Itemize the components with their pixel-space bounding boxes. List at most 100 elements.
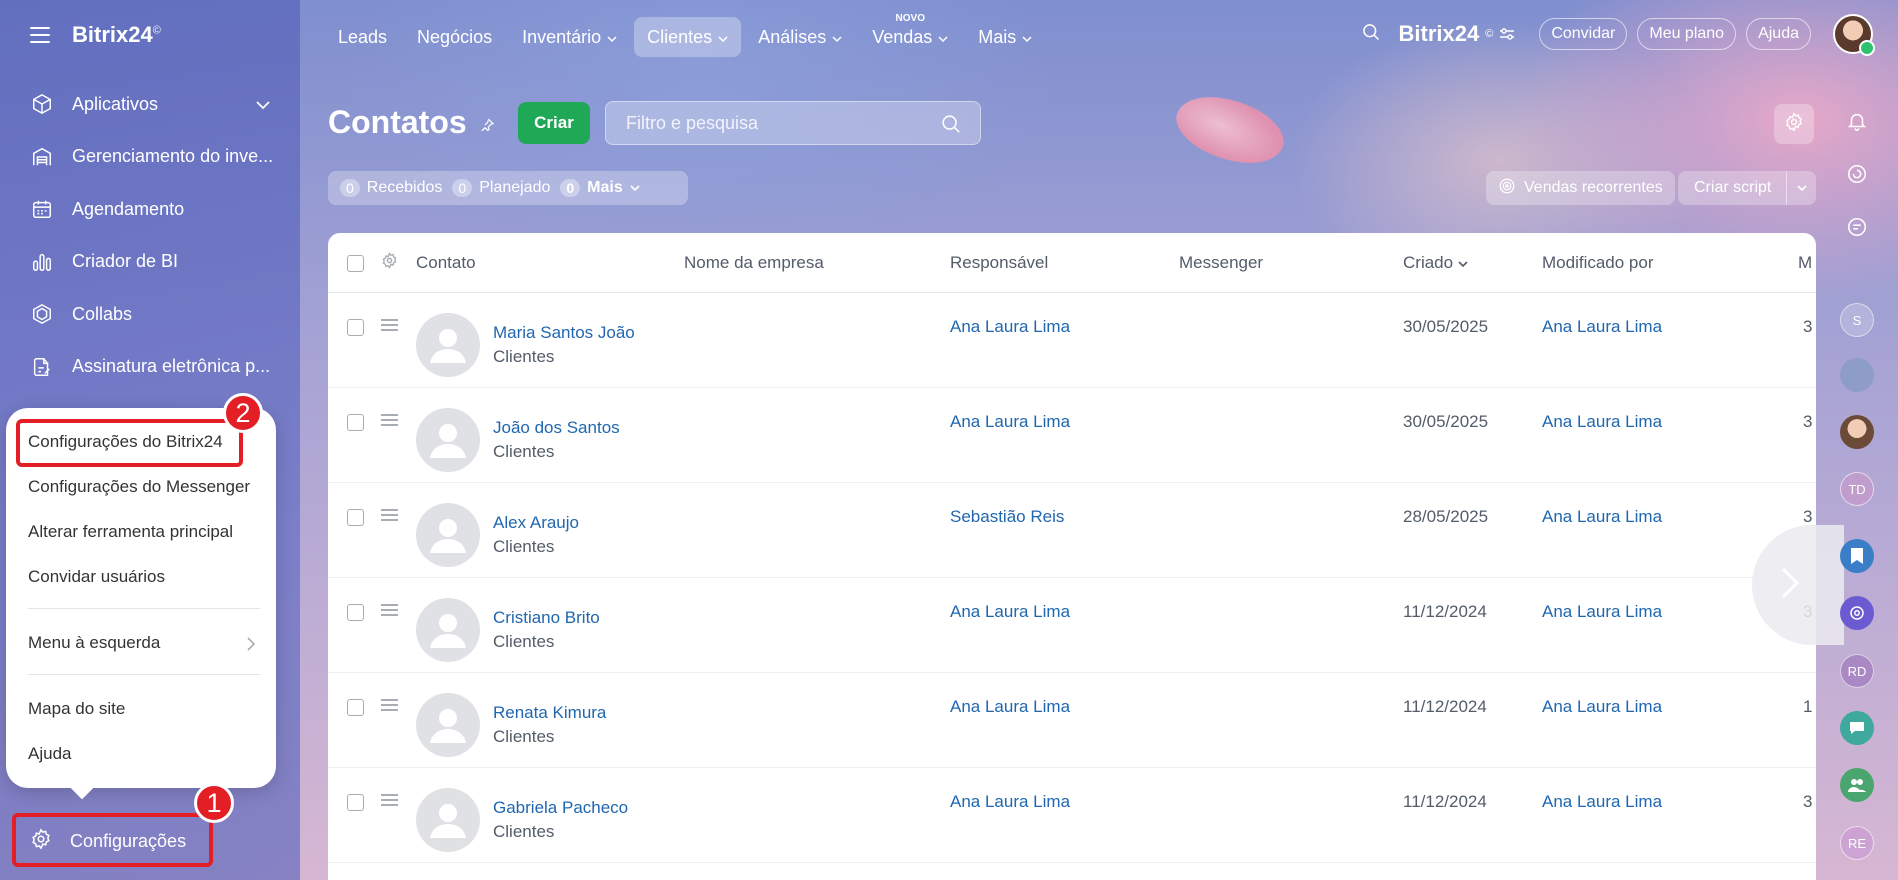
contact-name-link[interactable]: Renata Kimura: [493, 703, 606, 723]
copilot-icon[interactable]: [1840, 157, 1874, 191]
nav-tab-clientes[interactable]: Clientes: [634, 17, 742, 57]
user-avatar[interactable]: [1833, 14, 1875, 56]
nav-tab-vendas[interactable]: NOVO Vendas: [859, 13, 961, 57]
modified-by-link[interactable]: Ana Laura Lima: [1542, 317, 1662, 337]
responsible-link[interactable]: Sebastião Reis: [950, 507, 1064, 527]
avatar[interactable]: [1840, 415, 1874, 449]
table-row[interactable]: Alex Araujo Clientes Sebastião Reis 28/0…: [328, 483, 1816, 578]
sidebar-item-collabs[interactable]: Collabs: [0, 288, 300, 341]
header-logo[interactable]: Bitrix24 ©: [1399, 21, 1516, 47]
contact-name-link[interactable]: João dos Santos: [493, 418, 620, 438]
responsible-link[interactable]: Ana Laura Lima: [950, 697, 1070, 717]
copilot-chat-icon[interactable]: [1840, 596, 1874, 630]
bell-icon[interactable]: [1840, 104, 1874, 138]
row-drag-handle-icon[interactable]: [381, 794, 398, 809]
user-bubble-re[interactable]: RE: [1840, 826, 1874, 860]
sidebar-item-e-signature[interactable]: Assinatura eletrônica p...: [0, 341, 300, 394]
row-checkbox[interactable]: [347, 319, 364, 336]
menu-item-left-menu[interactable]: Menu à esquerda: [28, 633, 260, 653]
contact-name-link[interactable]: Cristiano Brito: [493, 608, 600, 628]
row-drag-handle-icon[interactable]: [381, 509, 398, 524]
responsible-link[interactable]: Ana Laura Lima: [950, 792, 1070, 812]
nav-tab-mais[interactable]: Mais: [965, 17, 1045, 57]
counter-more[interactable]: 0 Mais: [560, 179, 640, 197]
counter-planned[interactable]: 0 Planejado: [452, 179, 550, 197]
row-checkbox[interactable]: [347, 794, 364, 811]
hamburger-menu-icon[interactable]: [30, 27, 50, 43]
menu-item-messenger-settings[interactable]: Configurações do Messenger: [28, 477, 250, 497]
menu-item-help[interactable]: Ajuda: [28, 744, 71, 764]
table-row[interactable]: Maria Santos João Clientes Ana Laura Lim…: [328, 293, 1816, 388]
row-checkbox[interactable]: [347, 699, 364, 716]
modified-by-link[interactable]: Ana Laura Lima: [1542, 792, 1662, 812]
search-icon[interactable]: [940, 113, 962, 140]
user-bubble-s[interactable]: S: [1840, 303, 1874, 337]
menu-item-label: Menu à esquerda: [28, 633, 161, 652]
column-header-created[interactable]: Criado: [1403, 253, 1468, 273]
recurring-sales-button[interactable]: Vendas recorrentes: [1486, 171, 1675, 205]
responsible-link[interactable]: Ana Laura Lima: [950, 412, 1070, 432]
modified-by-link[interactable]: Ana Laura Lima: [1542, 412, 1662, 432]
avatar[interactable]: [1840, 358, 1874, 392]
contact-name-link[interactable]: Gabriela Pacheco: [493, 798, 628, 818]
group-chat-icon[interactable]: [1840, 768, 1874, 802]
column-settings-gear-icon[interactable]: [381, 252, 398, 274]
bookmark-icon[interactable]: [1840, 539, 1874, 573]
invite-button[interactable]: Convidar: [1539, 18, 1628, 50]
filter-search-box[interactable]: [605, 101, 981, 145]
table-row[interactable]: Cristiano Brito Clientes Ana Laura Lima …: [328, 578, 1816, 673]
column-header-responsible[interactable]: Responsável: [950, 253, 1048, 273]
table-row[interactable]: João dos Santos Clientes Ana Laura Lima …: [328, 388, 1816, 483]
menu-item-invite-users[interactable]: Convidar usuários: [28, 567, 165, 587]
help-button[interactable]: Ajuda: [1746, 18, 1811, 50]
chat-icon[interactable]: [1840, 210, 1874, 244]
create-button[interactable]: Criar: [518, 102, 590, 144]
row-drag-handle-icon[interactable]: [381, 319, 398, 334]
row-drag-handle-icon[interactable]: [381, 604, 398, 619]
sidebar-item-agendamento[interactable]: Agendamento: [0, 183, 300, 236]
user-bubble-rd[interactable]: RD: [1840, 654, 1874, 688]
table-row[interactable]: Gabriela Pacheco Clientes Ana Laura Lima…: [328, 768, 1816, 863]
page-title: Contatos: [328, 104, 495, 141]
contact-name-link[interactable]: Maria Santos João: [493, 323, 635, 343]
column-header-messenger[interactable]: Messenger: [1179, 253, 1263, 273]
column-header-more[interactable]: M: [1798, 253, 1812, 273]
row-drag-handle-icon[interactable]: [381, 699, 398, 714]
sidebar-item-inventory[interactable]: Gerenciamento do inve...: [0, 131, 300, 184]
nav-tab-analises[interactable]: Análises: [745, 17, 855, 57]
responsible-link[interactable]: Ana Laura Lima: [950, 317, 1070, 337]
column-header-modified-by[interactable]: Modificado por: [1542, 253, 1654, 273]
nav-tab-leads[interactable]: Leads: [325, 17, 400, 57]
table-row[interactable]: Renata Kimura Clientes Ana Laura Lima 11…: [328, 673, 1816, 768]
nav-tab-negocios[interactable]: Negócios: [404, 17, 505, 57]
menu-item-sitemap[interactable]: Mapa do site: [28, 699, 125, 719]
row-checkbox[interactable]: [347, 414, 364, 431]
user-bubble-td[interactable]: TD: [1840, 472, 1874, 506]
responsible-link[interactable]: Ana Laura Lima: [950, 602, 1070, 622]
search-icon[interactable]: [1361, 22, 1381, 47]
sidebar-item-aplicativos[interactable]: Aplicativos: [0, 78, 300, 131]
contact-name-link[interactable]: Alex Araujo: [493, 513, 579, 533]
row-drag-handle-icon[interactable]: [381, 414, 398, 429]
modified-by-link[interactable]: Ana Laura Lima: [1542, 697, 1662, 717]
row-checkbox[interactable]: [347, 509, 364, 526]
search-input[interactable]: [626, 112, 926, 134]
message-group-icon[interactable]: [1840, 711, 1874, 745]
create-script-button[interactable]: Criar script: [1678, 171, 1816, 205]
row-checkbox[interactable]: [347, 604, 364, 621]
list-settings-button[interactable]: [1774, 104, 1814, 144]
pin-icon[interactable]: [479, 104, 495, 141]
my-plan-button[interactable]: Meu plano: [1637, 18, 1737, 50]
nav-tab-label: Negócios: [417, 26, 493, 47]
chevron-down-icon[interactable]: [1786, 171, 1816, 205]
modified-by-link[interactable]: Ana Laura Lima: [1542, 507, 1662, 527]
sidebar-item-bi-builder[interactable]: Criador de BI: [0, 236, 300, 289]
select-all-checkbox[interactable]: [347, 255, 364, 272]
nav-tab-inventario[interactable]: Inventário: [509, 17, 630, 57]
modified-by-link[interactable]: Ana Laura Lima: [1542, 602, 1662, 622]
column-header-company[interactable]: Nome da empresa: [684, 253, 824, 273]
column-header-contact[interactable]: Contato: [416, 253, 476, 273]
counter-received[interactable]: 0 Recebidos: [340, 179, 442, 197]
menu-item-change-main-tool[interactable]: Alterar ferramenta principal: [28, 522, 233, 542]
sidebar-logo[interactable]: Bitrix24©: [72, 22, 161, 48]
